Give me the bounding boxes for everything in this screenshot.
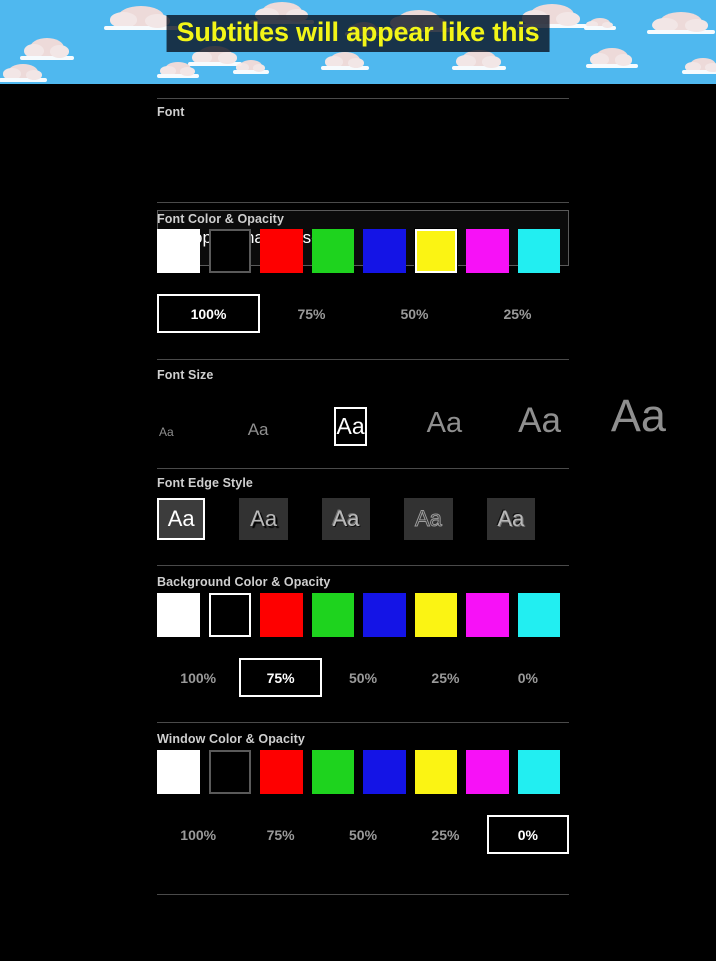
- window-color-swatch-blue[interactable]: [363, 750, 406, 794]
- font-color-opacity-50[interactable]: 50%: [363, 294, 466, 333]
- cloud-base: [682, 70, 716, 74]
- subtitle-sample-box: Subtitles will appear like this: [166, 15, 550, 53]
- section-label-font-size: Font Size: [157, 368, 214, 382]
- background-color-swatch-white[interactable]: [157, 593, 200, 637]
- cloud-icon: [233, 60, 269, 74]
- font-size-option-4[interactable]: Aa: [425, 401, 464, 446]
- subtitle-preview-area: Subtitles will appear like this: [0, 0, 716, 84]
- window-color-swatch-row: [156, 749, 569, 795]
- section-label-background-color: Background Color & Opacity: [157, 575, 331, 589]
- background-color-swatch-blue[interactable]: [363, 593, 406, 637]
- font-color-swatch-yellow[interactable]: [413, 228, 458, 274]
- divider-font-size: [157, 359, 569, 360]
- window-color-swatch-magenta[interactable]: [466, 750, 509, 794]
- font-size-row: Aa Aa Aa Aa Aa Aa: [157, 386, 666, 446]
- cloud-base: [233, 70, 269, 74]
- subtitle-sample-text: Subtitles will appear like this: [176, 17, 540, 47]
- cloud-icon: [157, 62, 199, 78]
- cloud-icon: [682, 58, 716, 74]
- font-edge-style-drop[interactable]: Aa: [239, 498, 288, 540]
- cloud-icon: [586, 48, 638, 68]
- cloud-icon: [104, 6, 178, 30]
- font-size-option-2[interactable]: Aa: [246, 413, 271, 446]
- cloud-base: [187, 62, 243, 66]
- window-color-opacity-75[interactable]: 75%: [239, 815, 321, 854]
- window-color-opacity-row: 100% 75% 50% 25% 0%: [157, 815, 570, 854]
- window-color-opacity-50[interactable]: 50%: [322, 815, 404, 854]
- cloud-base: [19, 56, 75, 60]
- window-color-swatch-black[interactable]: [208, 750, 251, 794]
- background-color-swatch-yellow[interactable]: [414, 593, 457, 637]
- background-color-swatch-row: [157, 592, 569, 638]
- font-color-swatch-green[interactable]: [311, 229, 354, 273]
- font-color-opacity-100[interactable]: 100%: [157, 294, 260, 333]
- font-color-swatch-cyan[interactable]: [517, 229, 560, 273]
- cloud-icon: [451, 50, 507, 70]
- cloud-icon: [647, 12, 715, 34]
- font-size-option-3[interactable]: Aa: [334, 407, 367, 446]
- background-color-opacity-75[interactable]: 75%: [239, 658, 322, 697]
- font-size-option-6[interactable]: Aa: [609, 385, 668, 446]
- cloud-icon: [321, 52, 369, 70]
- window-color-opacity-100[interactable]: 100%: [157, 815, 239, 854]
- window-color-swatch-cyan[interactable]: [517, 750, 560, 794]
- cloud-base: [0, 78, 47, 82]
- cloud-base: [647, 30, 715, 34]
- background-color-swatch-black[interactable]: [207, 592, 252, 638]
- section-label-window-color: Window Color & Opacity: [157, 732, 305, 746]
- font-size-option-1[interactable]: Aa: [157, 418, 176, 446]
- background-color-swatch-green[interactable]: [311, 593, 354, 637]
- window-color-swatch-red[interactable]: [260, 750, 303, 794]
- window-color-opacity-25[interactable]: 25%: [404, 815, 486, 854]
- font-color-opacity-row: 100% 75% 50% 25%: [157, 294, 569, 333]
- font-edge-style-depressed[interactable]: Aa: [486, 498, 536, 540]
- font-edge-style-raised[interactable]: Aa: [321, 498, 371, 540]
- background-color-opacity-row: 100% 75% 50% 25% 0%: [157, 658, 569, 697]
- background-color-opacity-25[interactable]: 25%: [404, 658, 486, 697]
- font-color-swatch-magenta[interactable]: [466, 229, 509, 273]
- caption-settings-panel: Font Proportional Sans-Serif Font Color …: [0, 84, 716, 961]
- cloud-base: [157, 74, 199, 78]
- divider-background-color: [157, 565, 569, 566]
- font-size-option-5[interactable]: Aa: [516, 395, 563, 446]
- cloud-base: [586, 64, 638, 68]
- window-color-swatch-green[interactable]: [311, 750, 354, 794]
- font-edge-style-none[interactable]: Aa: [157, 498, 206, 540]
- section-label-font-edge: Font Edge Style: [157, 476, 253, 490]
- font-edge-style-outline[interactable]: Aa: [404, 498, 453, 540]
- cloud-base: [584, 26, 616, 30]
- window-color-opacity-0[interactable]: 0%: [486, 815, 570, 854]
- font-color-swatch-white[interactable]: [157, 229, 200, 273]
- cloud-base: [321, 66, 369, 70]
- divider-font-color: [157, 202, 569, 203]
- background-color-swatch-cyan[interactable]: [517, 593, 560, 637]
- background-color-opacity-50[interactable]: 50%: [322, 658, 404, 697]
- background-color-opacity-0[interactable]: 0%: [487, 658, 569, 697]
- divider-window-color: [157, 722, 569, 723]
- font-color-swatch-row: [157, 228, 569, 274]
- cloud-icon: [19, 38, 75, 60]
- section-label-font-color: Font Color & Opacity: [157, 212, 284, 226]
- font-color-swatch-blue[interactable]: [363, 229, 406, 273]
- cloud-icon: [584, 18, 616, 30]
- background-color-opacity-100[interactable]: 100%: [157, 658, 239, 697]
- divider-font-edge: [157, 468, 569, 469]
- font-color-opacity-25[interactable]: 25%: [466, 294, 569, 333]
- font-color-swatch-red[interactable]: [260, 229, 303, 273]
- background-color-swatch-red[interactable]: [260, 593, 303, 637]
- section-label-font: Font: [157, 105, 185, 119]
- cloud-icon: [0, 64, 47, 82]
- divider-font: [157, 98, 569, 99]
- background-color-swatch-magenta[interactable]: [466, 593, 509, 637]
- cloud-base: [451, 66, 507, 70]
- divider-footer: [157, 894, 569, 895]
- window-color-swatch-white[interactable]: [156, 749, 201, 795]
- font-edge-style-row: Aa Aa Aa Aa Aa: [157, 498, 569, 540]
- font-color-opacity-75[interactable]: 75%: [260, 294, 363, 333]
- window-color-swatch-yellow[interactable]: [414, 750, 457, 794]
- font-color-swatch-black[interactable]: [208, 229, 251, 273]
